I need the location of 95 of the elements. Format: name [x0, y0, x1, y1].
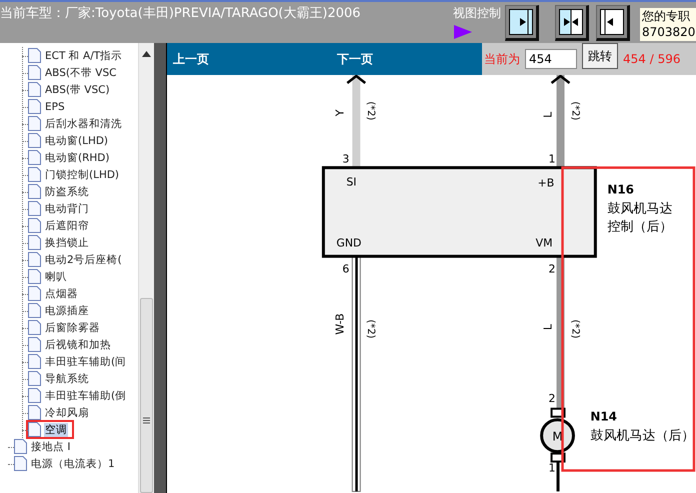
- document-icon: [28, 337, 41, 352]
- document-icon: [28, 235, 41, 250]
- contact-text: 8703820: [642, 24, 696, 40]
- dock-right-icon: [509, 9, 533, 35]
- wire-color-label: L: [542, 324, 555, 330]
- jump-button[interactable]: 跳转: [582, 43, 618, 69]
- document-icon: [28, 354, 41, 369]
- document-icon: [28, 150, 41, 165]
- next-page-link[interactable]: 下一页: [337, 50, 373, 68]
- page-input[interactable]: 454: [525, 49, 577, 69]
- document-icon: [28, 167, 41, 182]
- wire-note: (*2): [569, 101, 580, 120]
- document-icon: [28, 405, 41, 420]
- tree-item[interactable]: 电动2号后座椅(: [44, 252, 123, 266]
- pin-number: 2: [548, 262, 556, 276]
- pin-number: 6: [342, 262, 350, 276]
- scrollbar[interactable]: [138, 43, 154, 493]
- document-icon: [28, 388, 41, 403]
- wire-note: (*2): [365, 101, 376, 120]
- view-control-label: 视图控制: [453, 5, 501, 22]
- document-icon: [28, 252, 41, 267]
- tree-item[interactable]: ABS(不带 VSC: [44, 66, 118, 80]
- tree-item[interactable]: 电动窗(RHD): [44, 150, 110, 164]
- view-layout-button[interactable]: [505, 5, 539, 41]
- page-count: 454 / 596: [623, 52, 680, 66]
- tree-item[interactable]: 喇叭: [44, 270, 68, 284]
- pin-number: 2: [548, 392, 556, 405]
- view-layout-button[interactable]: [555, 5, 589, 41]
- document-icon: [28, 82, 41, 97]
- document-icon: [28, 303, 41, 318]
- contact-text: 您的专职: [642, 8, 691, 24]
- document-icon: [28, 65, 41, 80]
- document-icon: [28, 99, 41, 114]
- tree-item[interactable]: 电源插座: [44, 304, 90, 318]
- tree-item[interactable]: 冷却风扇: [44, 406, 90, 420]
- document-icon: [28, 116, 41, 131]
- tree-item[interactable]: 电源（电流表）1: [30, 456, 116, 470]
- tree-item[interactable]: 接地点 I: [30, 440, 72, 454]
- pin-label: +B: [538, 176, 554, 190]
- pin-number: 3: [342, 152, 350, 166]
- tree-item[interactable]: 后窗除雾器: [44, 320, 101, 334]
- motor-symbol-label: M: [552, 430, 563, 444]
- tree-item[interactable]: 丰田驻车辅助(间: [44, 354, 128, 368]
- document-icon: [28, 371, 41, 386]
- component-code: N16: [607, 182, 634, 197]
- component-name: 鼓风机马达: [607, 201, 672, 216]
- vehicle-title: 当前车型：厂家:Toyota(丰田)PREVIA/TARAGO(大霸王)2006: [0, 5, 362, 22]
- document-icon: [28, 218, 41, 233]
- document-icon: [14, 456, 27, 471]
- document-icon: [28, 133, 41, 148]
- tree-item[interactable]: 丰田驻车辅助(倒: [44, 388, 128, 402]
- view-layout-button[interactable]: [596, 5, 630, 41]
- wire-note: (*2): [365, 320, 376, 339]
- tree-item[interactable]: 后视镜和加热: [44, 338, 112, 352]
- scroll-thumb[interactable]: [140, 298, 153, 493]
- document-icon: [28, 48, 41, 63]
- component-name: 控制（后）: [607, 219, 672, 234]
- pin-number: 1: [548, 462, 556, 474]
- tree-item[interactable]: 门锁控制(LHD): [44, 168, 120, 182]
- document-icon: [28, 320, 41, 335]
- component-code: N14: [590, 410, 617, 424]
- tree-item[interactable]: 换挡锁止: [44, 236, 90, 250]
- document-icon: [14, 439, 27, 454]
- pin-label: VM: [536, 236, 553, 250]
- document-icon: [28, 184, 41, 199]
- dock-left-icon: [600, 9, 624, 35]
- play-triangle-icon: [453, 24, 473, 40]
- document-icon: [28, 201, 41, 216]
- tree-item[interactable]: 后刮水器和清洗: [44, 116, 123, 130]
- component-name: 鼓风机马达（后）: [590, 428, 694, 444]
- tree-item[interactable]: 电动窗(LHD): [44, 134, 110, 148]
- prev-page-link[interactable]: 上一页: [173, 50, 209, 68]
- wire-color-label: L: [542, 112, 555, 118]
- pin-label: GND: [336, 236, 362, 250]
- tree-item[interactable]: ABS(带 VSC): [44, 82, 111, 96]
- pin-number: 1: [548, 152, 556, 166]
- tree-item[interactable]: 防盗系统: [44, 184, 90, 198]
- tree-item[interactable]: 后遮阳帘: [44, 218, 90, 232]
- wire-color-label: Y: [333, 110, 346, 116]
- tree-item[interactable]: 点烟器: [44, 286, 79, 300]
- document-icon: [28, 286, 41, 301]
- split-view-icon: [559, 9, 583, 35]
- scroll-up-icon[interactable]: [142, 51, 151, 57]
- document-icon: [28, 422, 41, 437]
- tree-item[interactable]: 电动背门: [44, 202, 90, 216]
- tree-item[interactable]: ECT 和 A/T指示: [44, 48, 124, 62]
- grip-icon: [143, 417, 150, 424]
- current-page-label: 当前为: [484, 50, 520, 68]
- wire-color-label: W-B: [333, 313, 346, 335]
- document-icon: [28, 269, 41, 284]
- tree-item[interactable]: 空调: [44, 422, 68, 436]
- tree-item[interactable]: 导航系统: [44, 372, 90, 386]
- tree-item[interactable]: EPS: [44, 100, 66, 112]
- wire-note: (*2): [569, 320, 580, 339]
- pin-label: SI: [346, 176, 356, 189]
